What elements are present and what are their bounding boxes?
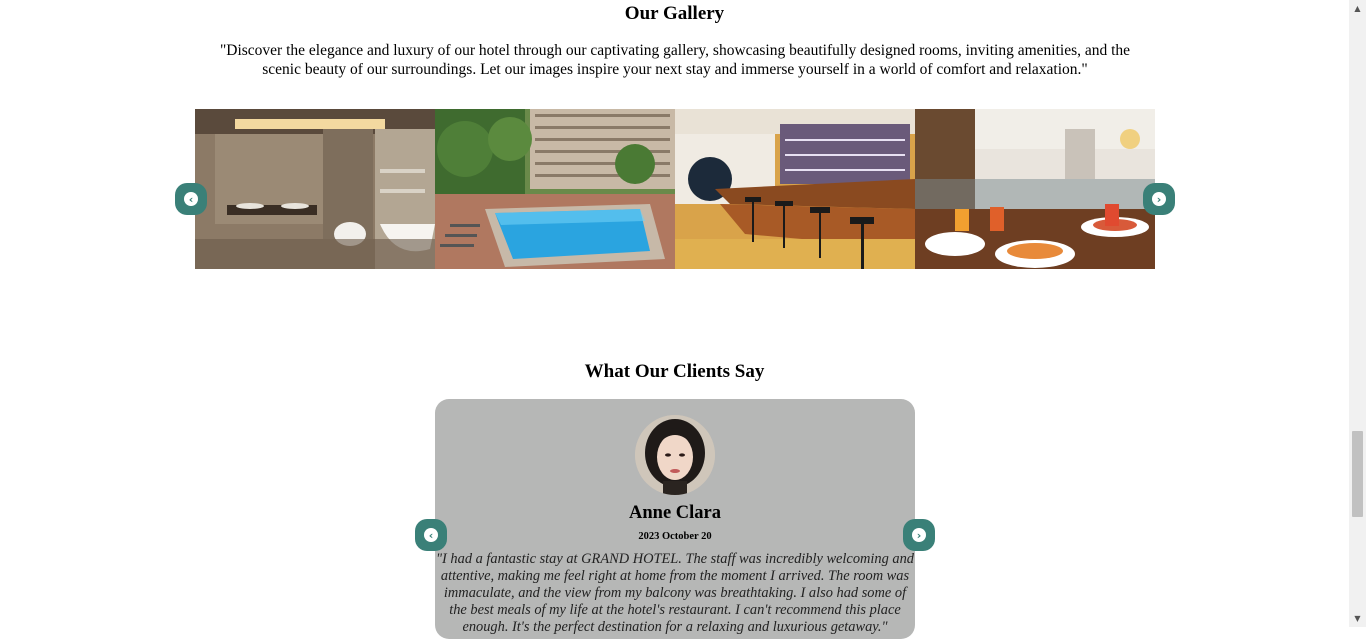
gallery-image-bar[interactable] [675, 109, 915, 269]
gallery-image-pool[interactable] [435, 109, 675, 269]
page-scrollbar[interactable]: ▲ ▼ [1349, 0, 1366, 627]
chevron-left-circle-icon: ‹ [184, 192, 198, 206]
gallery-description: "Discover the elegance and luxury of our… [219, 42, 1131, 78]
client-avatar [635, 415, 715, 495]
testimonial-next-button[interactable]: › [903, 519, 935, 551]
page: Our Gallery "Discover the elegance and l… [0, 0, 1349, 639]
client-name: Anne Clara [629, 503, 721, 523]
testimonials-title: What Our Clients Say [584, 361, 765, 382]
scroll-down-arrow-icon[interactable]: ▼ [1349, 610, 1366, 627]
gallery-image-breakfast[interactable] [915, 109, 1155, 269]
gallery-next-button[interactable]: › [1143, 183, 1175, 215]
testimonial-prev-button[interactable]: ‹ [415, 519, 447, 551]
gallery-image-bathroom[interactable] [195, 109, 435, 269]
scroll-up-arrow-icon[interactable]: ▲ [1349, 0, 1366, 17]
chevron-left-circle-icon: ‹ [424, 528, 438, 542]
chevron-right-circle-icon: › [912, 528, 926, 542]
chevron-right-circle-icon: › [1152, 192, 1166, 206]
gallery-carousel [195, 109, 1155, 269]
gallery-title: Our Gallery [624, 3, 725, 24]
testimonial-card: Anne Clara 2023 October 20 "I had a fant… [435, 399, 915, 639]
gallery-prev-button[interactable]: ‹ [175, 183, 207, 215]
client-quote: "I had a fantastic stay at GRAND HOTEL. … [436, 551, 914, 635]
client-date: 2023 October 20 [638, 531, 712, 542]
scrollbar-thumb[interactable] [1352, 431, 1363, 517]
